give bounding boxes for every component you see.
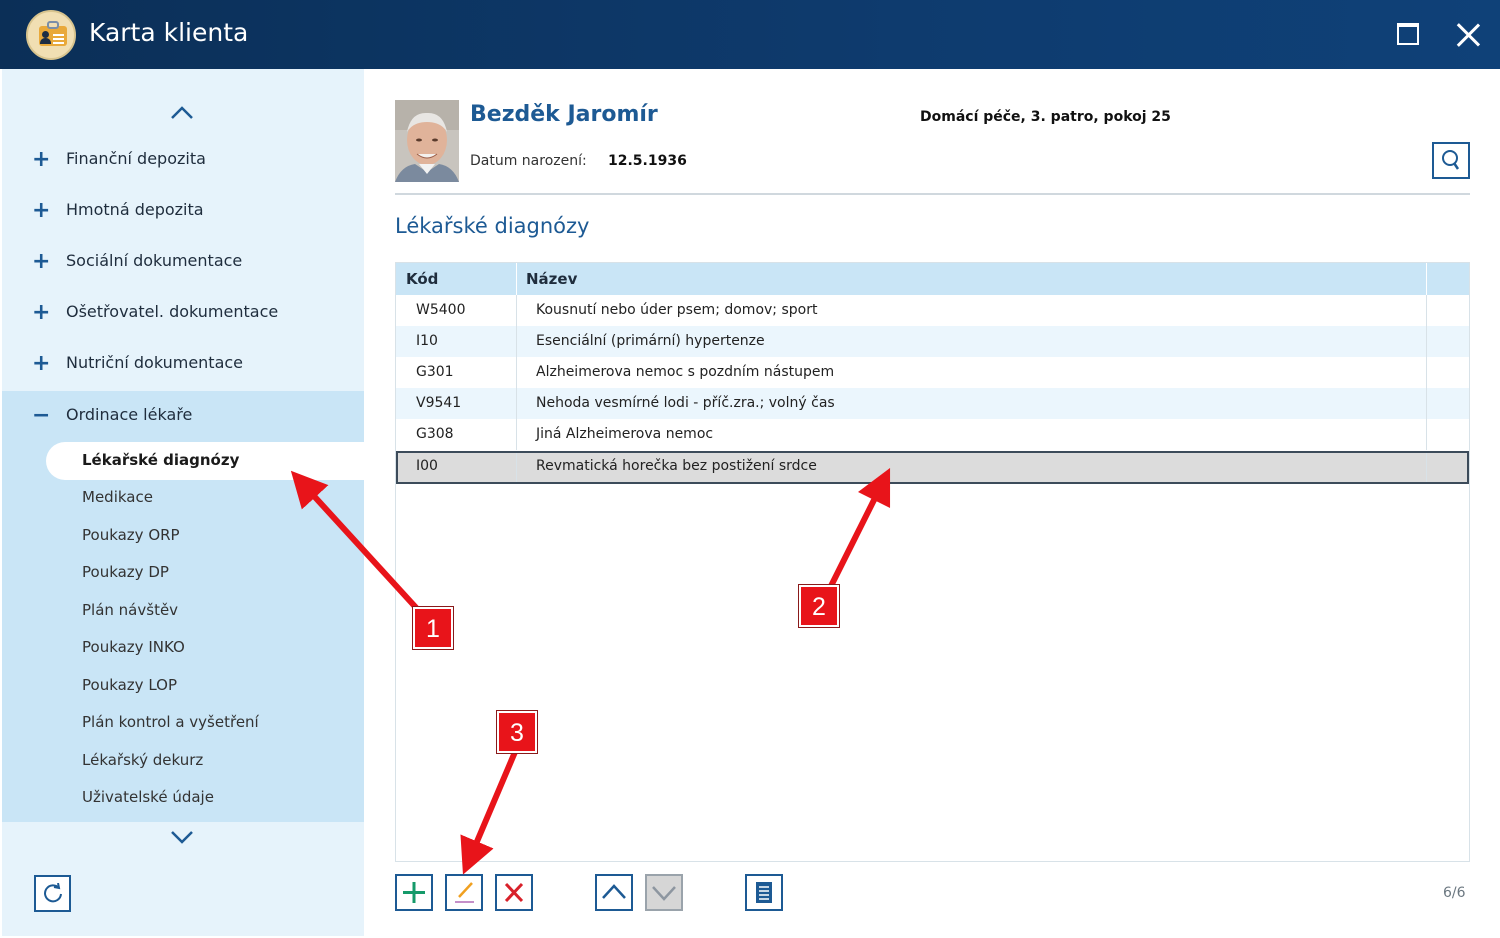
annotation-arrow-1 <box>290 470 423 615</box>
annotation-badge-3: 3 <box>497 711 537 753</box>
annotation-arrow-3 <box>460 750 518 875</box>
annotation-badge-1: 1 <box>413 607 453 649</box>
annotation-arrow-2 <box>827 467 891 590</box>
annotation-badge-2: 2 <box>799 585 839 627</box>
annotation-arrows <box>290 467 891 875</box>
